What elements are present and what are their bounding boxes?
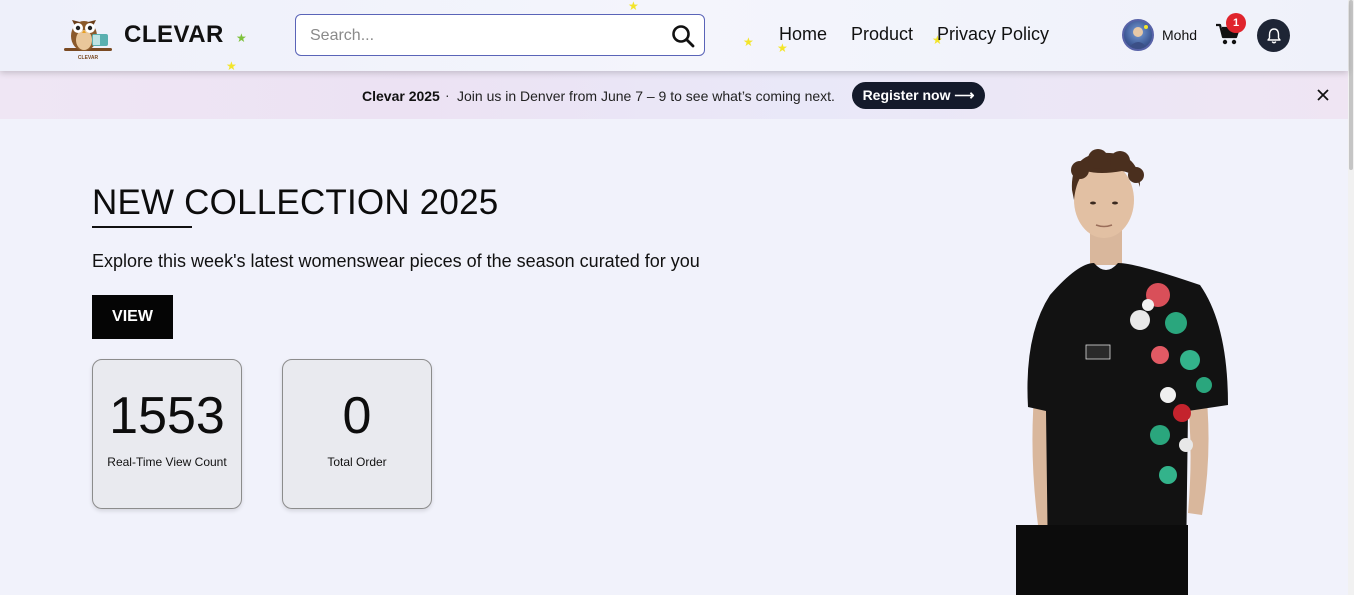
cart-count-badge: 1 bbox=[1226, 13, 1246, 33]
model-photo bbox=[1016, 149, 1228, 595]
star-icon: ★ bbox=[743, 35, 754, 49]
avatar-image bbox=[1128, 25, 1148, 49]
star-icon: ★ bbox=[226, 59, 237, 73]
scrollbar-thumb[interactable] bbox=[1349, 0, 1353, 170]
search-box bbox=[295, 14, 705, 56]
title-underline bbox=[92, 226, 192, 228]
view-count-value: 1553 bbox=[109, 387, 225, 445]
scrollbar[interactable] bbox=[1348, 0, 1354, 595]
search-input[interactable] bbox=[310, 24, 660, 48]
register-now-button[interactable]: Register now ⟶ bbox=[852, 82, 985, 109]
announcement-message: Join us in Denver from June 7 – 9 to see… bbox=[457, 88, 835, 104]
star-icon: ★ bbox=[236, 31, 247, 45]
hero-title: NEW COLLECTION 2025 bbox=[92, 183, 499, 222]
announcement-bar: Clevar 2025 · Join us in Denver from Jun… bbox=[0, 71, 1348, 119]
view-count-label: Real-Time View Count bbox=[107, 455, 227, 469]
stat-card-orders: 0 Total Order bbox=[282, 359, 432, 509]
star-icon: ★ bbox=[628, 0, 639, 13]
view-button[interactable]: VIEW bbox=[92, 295, 173, 339]
brand-name[interactable]: CLEVAR bbox=[124, 21, 224, 49]
search-icon[interactable] bbox=[670, 23, 696, 49]
announcement-event: Clevar 2025 bbox=[362, 88, 440, 104]
nav-product[interactable]: Product bbox=[851, 24, 913, 45]
total-order-label: Total Order bbox=[327, 455, 387, 469]
hero-subtitle: Explore this week's latest womenswear pi… bbox=[92, 251, 700, 271]
site-header: CLEVAR CLEVAR ★ ★ ★ ★ ★ ★ Home Product P… bbox=[0, 0, 1348, 73]
nav-home[interactable]: Home bbox=[779, 24, 827, 45]
total-order-value: 0 bbox=[342, 387, 372, 445]
stat-card-views: 1553 Real-Time View Count bbox=[92, 359, 242, 509]
nav-privacy-policy[interactable]: Privacy Policy bbox=[937, 24, 1049, 45]
close-icon[interactable] bbox=[1316, 88, 1330, 102]
logo-caption: CLEVAR bbox=[78, 55, 99, 61]
notifications-button[interactable] bbox=[1257, 19, 1290, 52]
user-avatar[interactable] bbox=[1122, 19, 1154, 51]
bell-icon bbox=[1266, 27, 1281, 43]
owl-logo-icon[interactable]: CLEVAR bbox=[62, 8, 114, 62]
user-name[interactable]: Mohd bbox=[1162, 27, 1197, 43]
announcement-separator: · bbox=[445, 87, 450, 103]
